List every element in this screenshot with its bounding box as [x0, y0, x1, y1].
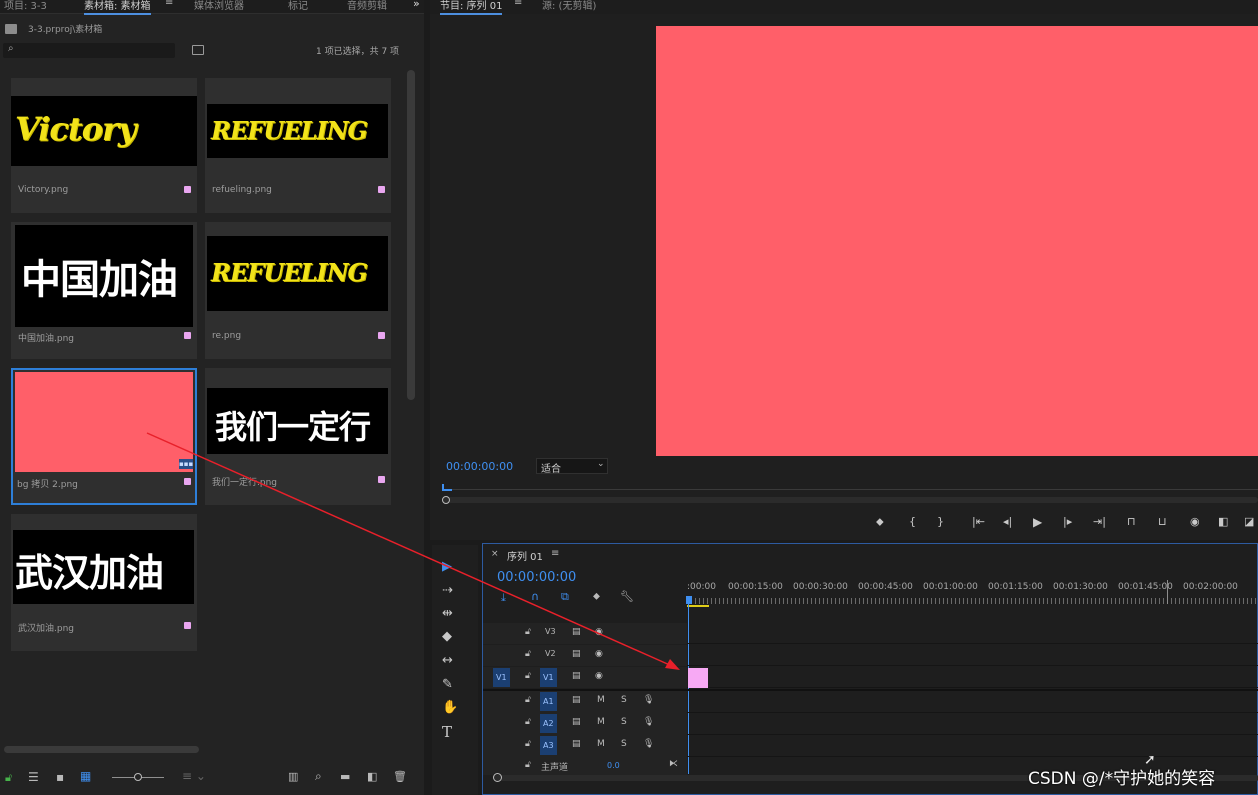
- watermark: CSDN @/*守护她的笑容: [1028, 769, 1216, 789]
- drag-arrow: [146, 432, 680, 670]
